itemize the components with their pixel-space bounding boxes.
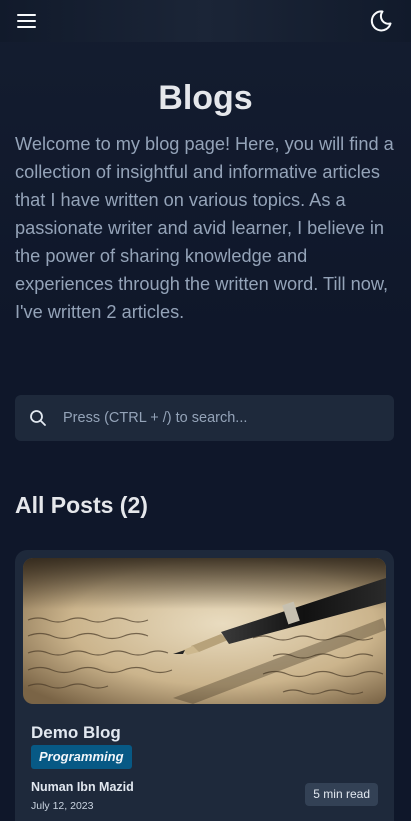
search-bar	[15, 395, 394, 441]
search-input[interactable]	[63, 395, 383, 441]
page-intro: Welcome to my blog page! Here, you will …	[15, 134, 394, 322]
top-navbar	[0, 0, 411, 42]
read-time-badge: 5 min read	[305, 783, 378, 806]
post-tag[interactable]: Programming	[31, 745, 132, 769]
all-posts-heading: All Posts (2)	[15, 492, 148, 518]
blog-page: Blogs Welcome to my blog page! Here, you…	[0, 0, 411, 821]
page-title: Blogs	[158, 79, 253, 117]
search-icon	[29, 409, 47, 427]
fountain-pen-writing-image	[23, 558, 386, 704]
post-title[interactable]: Demo Blog	[31, 722, 121, 744]
moon-icon[interactable]	[369, 9, 393, 33]
post-card[interactable]: Demo Blog Programming Numan Ibn Mazid Ju…	[15, 550, 394, 821]
post-date: July 12, 2023	[31, 800, 94, 812]
hamburger-menu-icon[interactable]	[16, 12, 38, 30]
post-author: Numan Ibn Mazid	[31, 780, 134, 794]
